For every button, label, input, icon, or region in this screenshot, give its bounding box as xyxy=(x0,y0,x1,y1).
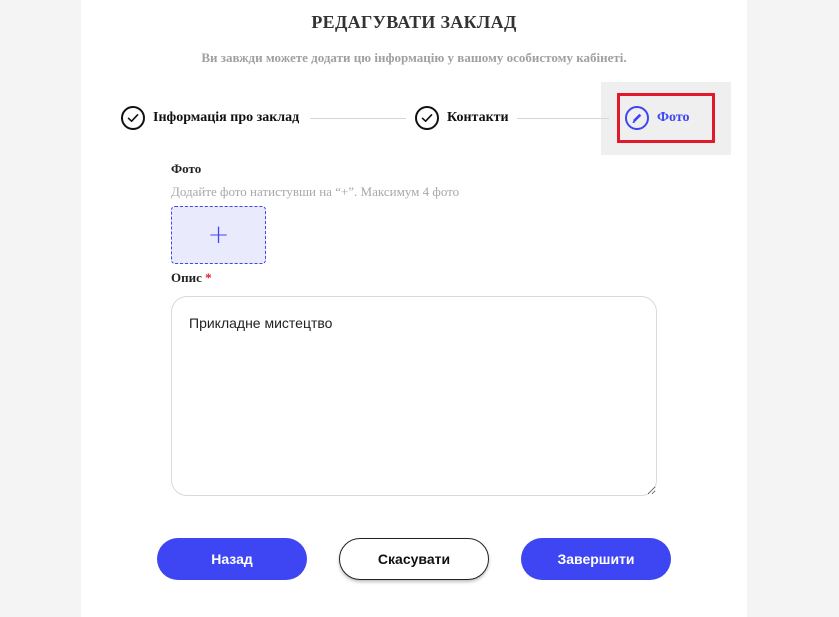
description-label-text: Опис xyxy=(171,270,202,285)
plus-icon: + xyxy=(207,220,230,250)
step-label: Інформація про заклад xyxy=(153,110,300,125)
add-photo-button[interactable]: + xyxy=(171,206,266,264)
cancel-button[interactable]: Скасувати xyxy=(339,538,489,580)
step-contacts[interactable]: Контакти xyxy=(415,106,509,130)
step-connector xyxy=(310,118,406,119)
finish-button[interactable]: Завершити xyxy=(521,538,671,580)
check-icon xyxy=(121,106,145,130)
annotation-highlight-box xyxy=(617,93,715,143)
description-textarea[interactable] xyxy=(171,296,657,496)
step-connector xyxy=(517,118,609,119)
required-mark: * xyxy=(205,270,212,285)
edit-venue-card: РЕДАГУВАТИ ЗАКЛАД Ви завжди можете додат… xyxy=(81,0,747,617)
description-label: Опис * xyxy=(171,270,212,286)
page-title: РЕДАГУВАТИ ЗАКЛАД xyxy=(311,12,517,32)
photo-label: Фото xyxy=(171,161,202,176)
page-subtitle: Ви завжди можете додати цю інформацію у … xyxy=(201,50,627,65)
step-venue-info[interactable]: Інформація про заклад xyxy=(121,106,299,130)
step-label: Контакти xyxy=(447,110,509,125)
photo-hint: Додайте фото натистувши на “+”. Максимум… xyxy=(171,184,460,199)
check-icon xyxy=(415,106,439,130)
back-button[interactable]: Назад xyxy=(157,538,307,580)
